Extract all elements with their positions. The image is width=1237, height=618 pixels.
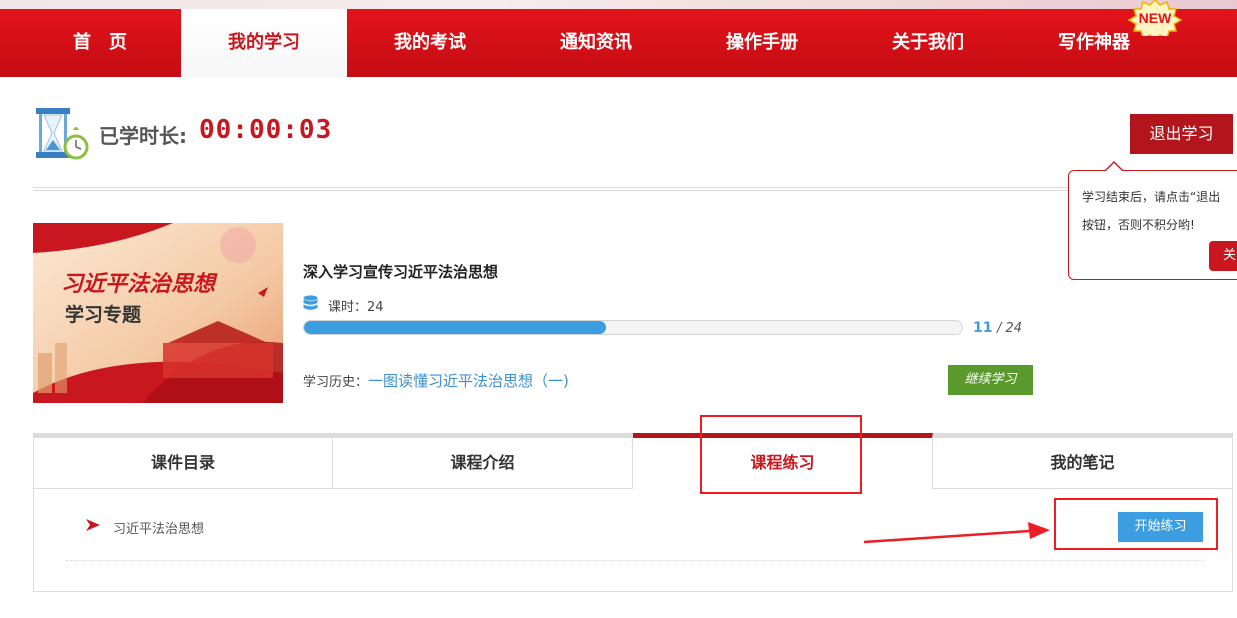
course-hours-label: 课时：24 xyxy=(328,300,384,315)
study-history: 学习历史：一图读懂习近平法治思想（一) xyxy=(303,370,569,391)
progress-total: / 24 xyxy=(996,321,1022,336)
exercise-item-label: 习近平法治思想 xyxy=(113,522,205,537)
tab-my-notes[interactable]: 我的笔记 xyxy=(933,433,1233,489)
course-progress-fill xyxy=(304,321,606,334)
divider xyxy=(33,187,1237,191)
exit-reminder-line2: 按钮，否则不积分哟! xyxy=(1082,218,1195,232)
course-cover-image: 习近平法治思想 学习专题 xyxy=(33,223,283,403)
exercise-item-divider xyxy=(66,560,1204,561)
cover-title-line1: 习近平法治思想 xyxy=(61,271,218,297)
database-icon xyxy=(303,295,318,310)
study-history-link[interactable]: 一图读懂习近平法治思想（一) xyxy=(368,372,569,390)
highlight-box-start-button xyxy=(1054,498,1218,550)
study-timer: 已学时长: 00:00:03 xyxy=(33,104,353,160)
arrow-right-icon xyxy=(86,519,100,531)
exit-study-button[interactable]: 退出学习 xyxy=(1130,114,1233,154)
main-nav: 首 页 我的学习 我的考试 通知资讯 操作手册 关于我们 写作神器 xyxy=(0,9,1237,77)
header-decoration xyxy=(0,0,1237,9)
new-badge-text: NEW xyxy=(1139,10,1172,26)
tab-courseware-catalog[interactable]: 课件目录 xyxy=(33,433,333,489)
nav-item-my-exams[interactable]: 我的考试 xyxy=(347,9,513,77)
cover-title-line2: 学习专题 xyxy=(65,303,141,326)
continue-study-button[interactable]: 继续学习 xyxy=(948,365,1033,395)
hourglass-icon xyxy=(36,108,89,160)
course-progress-bar xyxy=(303,320,963,335)
new-badge: NEW xyxy=(1128,0,1182,36)
popover-arrow-inner xyxy=(1106,163,1122,171)
study-time-value: 00:00:03 xyxy=(199,115,333,145)
exit-reminder-line1: 学习结束后，请点击“退出 xyxy=(1082,190,1221,204)
nav-item-manual[interactable]: 操作手册 xyxy=(679,9,845,77)
nav-item-news[interactable]: 通知资讯 xyxy=(513,9,679,77)
course-title: 深入学习宣传习近平法治思想 xyxy=(303,263,499,281)
exit-reminder-text: 学习结束后，请点击“退出 按钮，否则不积分哟! xyxy=(1082,183,1237,239)
highlight-box-exercise-tab xyxy=(700,415,862,494)
popover-close-button[interactable]: 关 xyxy=(1209,241,1237,271)
progress-current: 11 xyxy=(973,320,993,336)
tab-course-intro[interactable]: 课程介绍 xyxy=(333,433,633,489)
study-history-label: 学习历史： xyxy=(303,375,369,390)
course-tabs: 课件目录 课程介绍 课程练习 我的笔记 xyxy=(33,433,1233,489)
exit-reminder-popover: 学习结束后，请点击“退出 按钮，否则不积分哟! 关 xyxy=(1068,170,1237,280)
annotation-arrow-icon xyxy=(863,522,1050,544)
nav-item-my-study[interactable]: 我的学习 xyxy=(181,9,347,77)
course-progress-count: 11 / 24 xyxy=(973,320,1022,336)
study-time-label: 已学时长: xyxy=(99,124,187,148)
nav-item-home[interactable]: 首 页 xyxy=(17,9,183,77)
nav-item-about[interactable]: 关于我们 xyxy=(845,9,1011,77)
